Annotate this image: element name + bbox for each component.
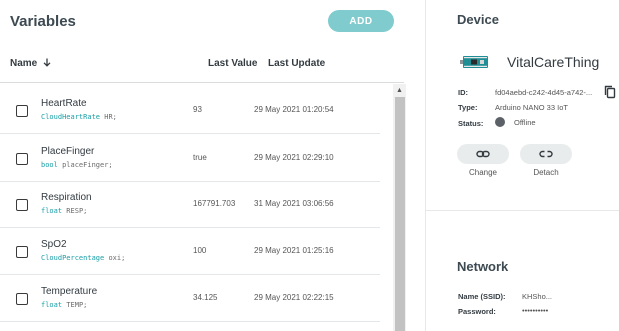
device-id: fd04aebd-c242-4d45-a742-... <box>495 88 593 97</box>
last-value-column-header: Last Value <box>208 58 258 69</box>
thing-name: VitalCareThing <box>507 54 600 70</box>
variable-last-update: 29 May 2021 01:25:16 <box>254 246 334 255</box>
row-checkbox[interactable] <box>16 153 28 165</box>
detach-label: Detach <box>533 168 559 177</box>
table-row[interactable]: PlaceFinger bool placeFinger; true 29 Ma… <box>0 136 380 182</box>
row-divider <box>0 274 380 275</box>
last-update-column-header: Last Update <box>268 58 326 69</box>
variable-last-value: 167791.703 <box>193 199 236 208</box>
ssid-label: Name (SSID): <box>458 292 506 301</box>
detach-device-button[interactable] <box>520 144 572 164</box>
variable-last-value: 100 <box>193 246 207 255</box>
variable-name: Respiration <box>41 192 92 203</box>
network-title: Network <box>457 259 509 274</box>
variables-title: Variables <box>10 13 76 30</box>
variable-identifier: HR; <box>104 113 117 121</box>
variable-identifier: RESP; <box>66 207 88 215</box>
row-checkbox[interactable] <box>16 246 28 258</box>
variable-type: float <box>41 301 63 309</box>
id-label: ID: <box>458 88 468 97</box>
variable-last-value: 93 <box>193 105 202 114</box>
variable-last-update: 29 May 2021 02:22:15 <box>254 293 334 302</box>
password-label: Password: <box>458 307 496 316</box>
change-label: Change <box>468 168 498 177</box>
row-divider <box>0 227 380 228</box>
header-divider <box>0 82 404 83</box>
scroll-up-arrow-icon[interactable]: ▲ <box>396 87 403 94</box>
arduino-board-icon <box>460 56 488 68</box>
variable-identifier: placeFinger; <box>62 161 113 169</box>
change-device-button[interactable] <box>457 144 509 164</box>
row-divider <box>0 321 380 322</box>
variable-identifier: oxi; <box>108 254 126 262</box>
variable-name: SpO2 <box>41 239 67 250</box>
device-title: Device <box>457 12 499 27</box>
row-checkbox[interactable] <box>16 105 28 117</box>
variable-name: PlaceFinger <box>41 146 95 157</box>
scrollbar-thumb[interactable] <box>395 97 405 331</box>
name-column-header[interactable]: Name <box>10 58 51 69</box>
sort-down-arrow-icon <box>43 58 51 67</box>
row-checkbox[interactable] <box>16 293 28 305</box>
variable-name: Temperature <box>41 286 98 297</box>
name-column-label: Name <box>10 58 38 69</box>
variable-type: CloudPercentage <box>41 254 105 262</box>
variable-identifier: TEMP; <box>66 301 88 309</box>
unlink-icon <box>539 150 553 158</box>
variable-type: bool <box>41 161 58 169</box>
variable-declaration: float RESP; <box>41 207 87 215</box>
variable-type: float <box>41 207 63 215</box>
variables-panel: Variables ADD Name Last Value Last Updat… <box>0 0 410 331</box>
variable-last-update: 31 May 2021 03:06:56 <box>254 199 334 208</box>
password-value: •••••••••• <box>522 306 549 315</box>
variable-type: CloudHeartRate <box>41 113 101 121</box>
variable-last-value: 34.125 <box>193 293 218 302</box>
device-type: Arduino NANO 33 IoT <box>495 103 568 112</box>
table-row[interactable]: Respiration float RESP; 167791.703 31 Ma… <box>0 182 380 228</box>
status-offline-indicator <box>495 117 505 127</box>
variable-last-value: true <box>193 153 207 162</box>
ssid-value: KHSho... <box>522 292 553 301</box>
variable-declaration: CloudPercentage oxi; <box>41 254 125 262</box>
row-divider <box>0 133 380 134</box>
table-row[interactable]: SpO2 CloudPercentage oxi; 100 29 May 202… <box>0 229 380 275</box>
variable-declaration: float TEMP; <box>41 301 87 309</box>
status-label: Status: <box>458 119 484 128</box>
variable-declaration: CloudHeartRate HR; <box>41 113 117 121</box>
table-row[interactable]: HeartRate CloudHeartRate HR; 93 29 May 2… <box>0 88 380 134</box>
device-status: Offline <box>514 118 536 127</box>
variable-declaration: bool placeFinger; <box>41 161 113 169</box>
variable-last-update: 29 May 2021 01:20:54 <box>254 105 334 114</box>
add-variable-button[interactable]: ADD <box>328 10 394 32</box>
table-row[interactable]: Temperature float TEMP; 34.125 29 May 20… <box>0 276 380 322</box>
variable-last-update: 29 May 2021 02:29:10 <box>254 153 334 162</box>
type-label: Type: <box>458 103 478 112</box>
row-checkbox[interactable] <box>16 199 28 211</box>
device-panel: Device VitalCareThing ID: fd04aebd-c242-… <box>426 0 619 331</box>
copy-icon[interactable] <box>604 85 616 99</box>
link-icon <box>476 150 490 158</box>
variable-name: HeartRate <box>41 98 87 109</box>
section-divider <box>426 210 619 211</box>
